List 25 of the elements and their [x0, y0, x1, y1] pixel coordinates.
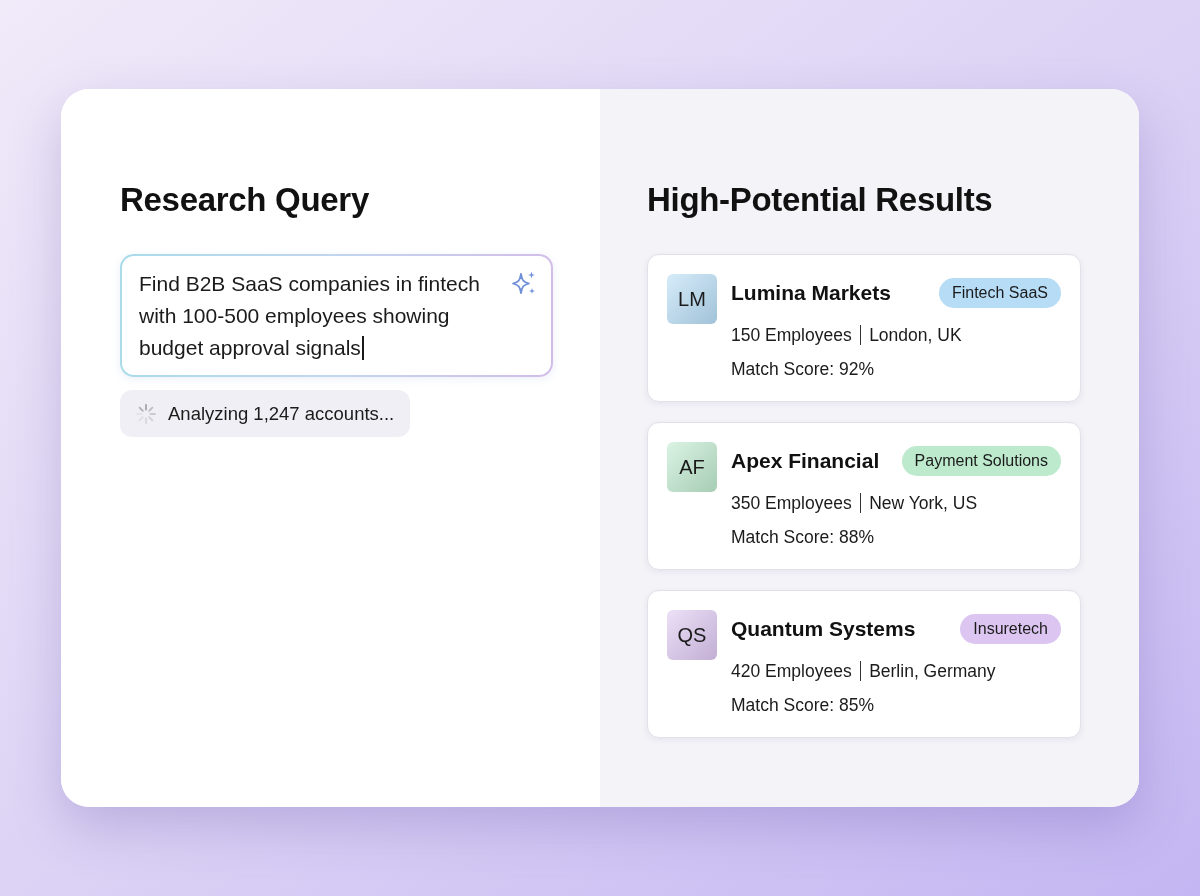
company-location: Berlin, Germany [869, 659, 996, 683]
status-text: Analyzing 1,247 accounts... [168, 401, 395, 426]
result-card[interactable]: LM Lumina Markets Fintech SaaS 150 Employees London, UK Match Score: 92% [647, 254, 1081, 402]
company-avatar: QS [667, 610, 717, 660]
company-name: Quantum Systems [731, 616, 916, 643]
company-avatar: AF [667, 442, 717, 492]
industry-tag: Payment Solutions [901, 446, 1061, 476]
company-location: New York, US [869, 491, 978, 515]
match-score: Match Score: 88% [731, 525, 874, 549]
company-location: London, UK [869, 323, 962, 347]
industry-tag: Fintech SaaS [938, 278, 1061, 308]
employee-count: 420 Employees [731, 659, 852, 683]
result-card[interactable]: AF Apex Financial Payment Solutions 350 Employees New York, US Match Score: 88% [647, 422, 1081, 570]
match-score: Match Score: 92% [731, 357, 874, 381]
panel-title: Research Query [120, 180, 369, 220]
match-score: Match Score: 85% [731, 693, 874, 717]
panel-title: High-Potential Results [647, 180, 993, 220]
result-card[interactable]: QS Quantum Systems Insuretech 420 Employees Berlin, Germany Match Score: 85% [647, 590, 1081, 738]
company-name: Lumina Markets [731, 280, 891, 307]
query-field[interactable]: Find B2B SaaS companies in fintech with 100-500 employees showing budget approval signals [120, 254, 553, 377]
employee-count: 350 Employees [731, 491, 852, 515]
industry-tag: Insuretech [960, 614, 1061, 644]
company-avatar: LM [667, 274, 717, 324]
employee-count: 150 Employees [731, 323, 852, 347]
company-name: Apex Financial [731, 448, 880, 475]
